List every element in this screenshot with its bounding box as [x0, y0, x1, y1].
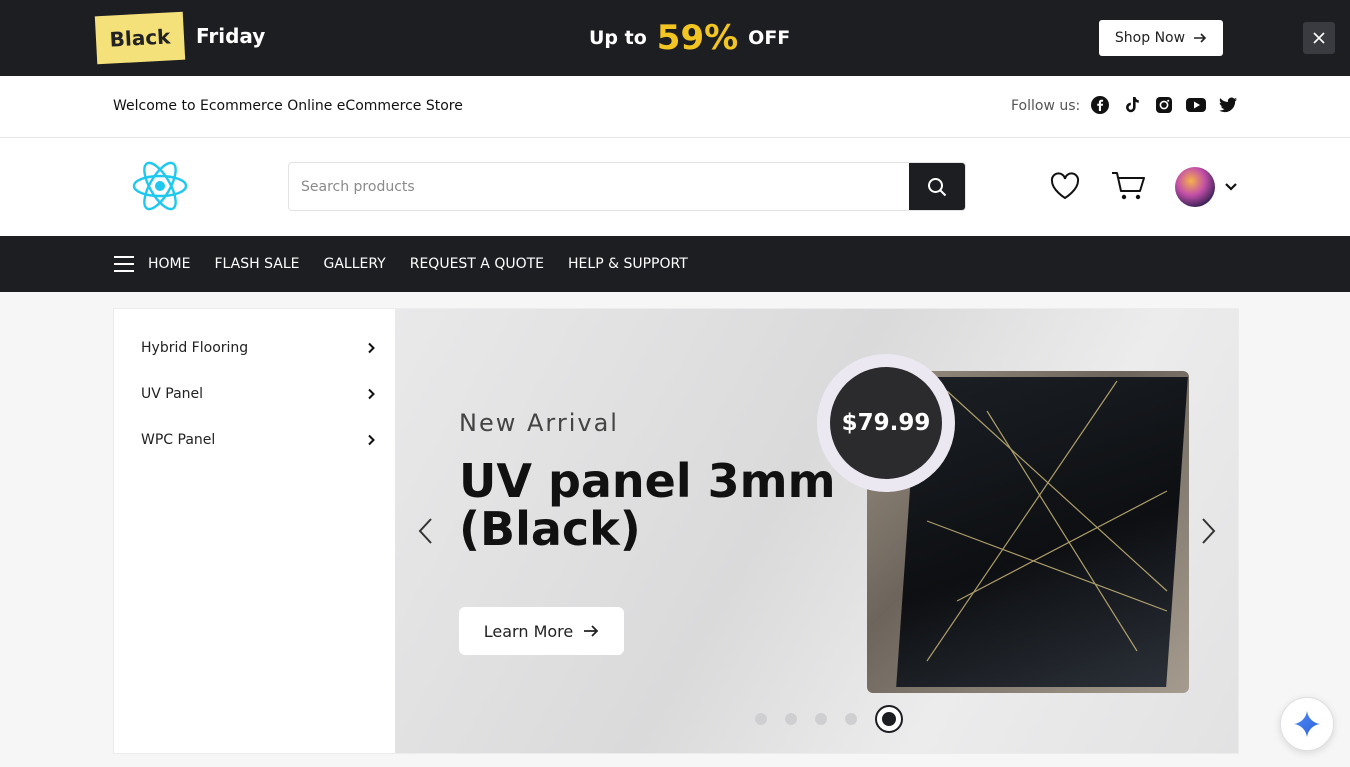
price-badge: $79.99	[817, 354, 955, 492]
chevron-left-icon	[418, 518, 432, 544]
main-content: Hybrid Flooring UV Panel WPC Panel New A…	[113, 308, 1239, 754]
hero-carousel: New Arrival UV panel 3mm (Black) Learn M…	[395, 309, 1238, 753]
carousel-dot[interactable]	[755, 713, 767, 725]
twitter-icon[interactable]	[1218, 95, 1238, 115]
search-button[interactable]	[909, 163, 965, 210]
search-bar	[288, 162, 966, 211]
hero-kicker: New Arrival	[459, 409, 619, 437]
carousel-prev-button[interactable]	[415, 516, 437, 546]
search-icon	[928, 177, 947, 196]
chevron-down-icon[interactable]	[1222, 178, 1240, 196]
nav-item-request-quote[interactable]: REQUEST A QUOTE	[410, 256, 544, 272]
promo-bar: Black Friday Up to 59% OFF Shop Now	[0, 0, 1350, 76]
heart-icon[interactable]	[1050, 172, 1080, 200]
offer-up-to: Up to	[589, 27, 647, 49]
category-item-uv-panel[interactable]: UV Panel	[141, 382, 377, 406]
category-label: UV Panel	[141, 386, 204, 402]
site-header	[0, 138, 1350, 236]
black-badge: Black	[94, 11, 186, 65]
nav-item-flash-sale[interactable]: FLASH SALE	[214, 256, 299, 272]
shop-now-button[interactable]: Shop Now	[1099, 20, 1223, 56]
youtube-icon[interactable]	[1186, 95, 1206, 115]
carousel-dot[interactable]	[845, 713, 857, 725]
ai-assistant-button[interactable]	[1280, 697, 1334, 751]
chevron-right-icon	[1202, 518, 1216, 544]
facebook-icon[interactable]	[1090, 95, 1110, 115]
category-sidebar: Hybrid Flooring UV Panel WPC Panel	[114, 309, 395, 753]
chevron-right-icon	[368, 388, 375, 400]
sparkle-icon	[1294, 711, 1320, 737]
search-input[interactable]	[289, 163, 911, 210]
social-links	[1090, 95, 1238, 115]
offer-percent: 59%	[656, 18, 739, 58]
tiktok-icon[interactable]	[1122, 95, 1142, 115]
welcome-message: Welcome to Ecommerce Online eCommerce St…	[113, 98, 463, 114]
carousel-dot[interactable]	[815, 713, 827, 725]
avatar[interactable]	[1175, 167, 1215, 207]
nav-item-home[interactable]: HOME	[148, 256, 190, 272]
react-logo-icon[interactable]	[131, 160, 189, 212]
nav-item-help-support[interactable]: HELP & SUPPORT	[568, 256, 688, 272]
carousel-next-button[interactable]	[1197, 516, 1219, 546]
instagram-icon[interactable]	[1154, 95, 1174, 115]
offer-off: OFF	[748, 27, 791, 49]
chevron-right-icon	[368, 342, 375, 354]
welcome-bar: Welcome to Ecommerce Online eCommerce St…	[0, 76, 1350, 138]
price-value: $79.99	[830, 367, 942, 479]
offer-text: Up to 59% OFF	[589, 14, 790, 62]
category-label: WPC Panel	[141, 432, 216, 448]
category-item-hybrid-flooring[interactable]: Hybrid Flooring	[141, 336, 377, 360]
nav-item-gallery[interactable]: GALLERY	[323, 256, 385, 272]
learn-more-button[interactable]: Learn More	[459, 607, 624, 655]
shop-now-label: Shop Now	[1114, 30, 1186, 46]
arrow-right-icon	[1194, 33, 1207, 43]
chevron-right-icon	[368, 434, 375, 446]
carousel-dots	[755, 705, 903, 733]
carousel-dot[interactable]	[785, 713, 797, 725]
category-item-wpc-panel[interactable]: WPC Panel	[141, 428, 377, 452]
category-label: Hybrid Flooring	[141, 340, 249, 356]
hero-title: UV panel 3mm (Black)	[459, 454, 836, 556]
follow-label: Follow us:	[1011, 98, 1081, 114]
close-icon	[1313, 32, 1325, 44]
close-promo-button[interactable]	[1303, 22, 1335, 54]
main-nav: HOME FLASH SALE GALLERY REQUEST A QUOTE …	[0, 236, 1350, 292]
arrow-right-icon	[584, 625, 599, 637]
hamburger-menu-icon[interactable]	[113, 254, 135, 274]
friday-label: Friday	[196, 24, 266, 48]
cart-icon[interactable]	[1111, 170, 1147, 202]
carousel-dot-active[interactable]	[875, 705, 903, 733]
learn-more-label: Learn More	[483, 621, 574, 641]
nav-items: HOME FLASH SALE GALLERY REQUEST A QUOTE …	[148, 236, 688, 292]
